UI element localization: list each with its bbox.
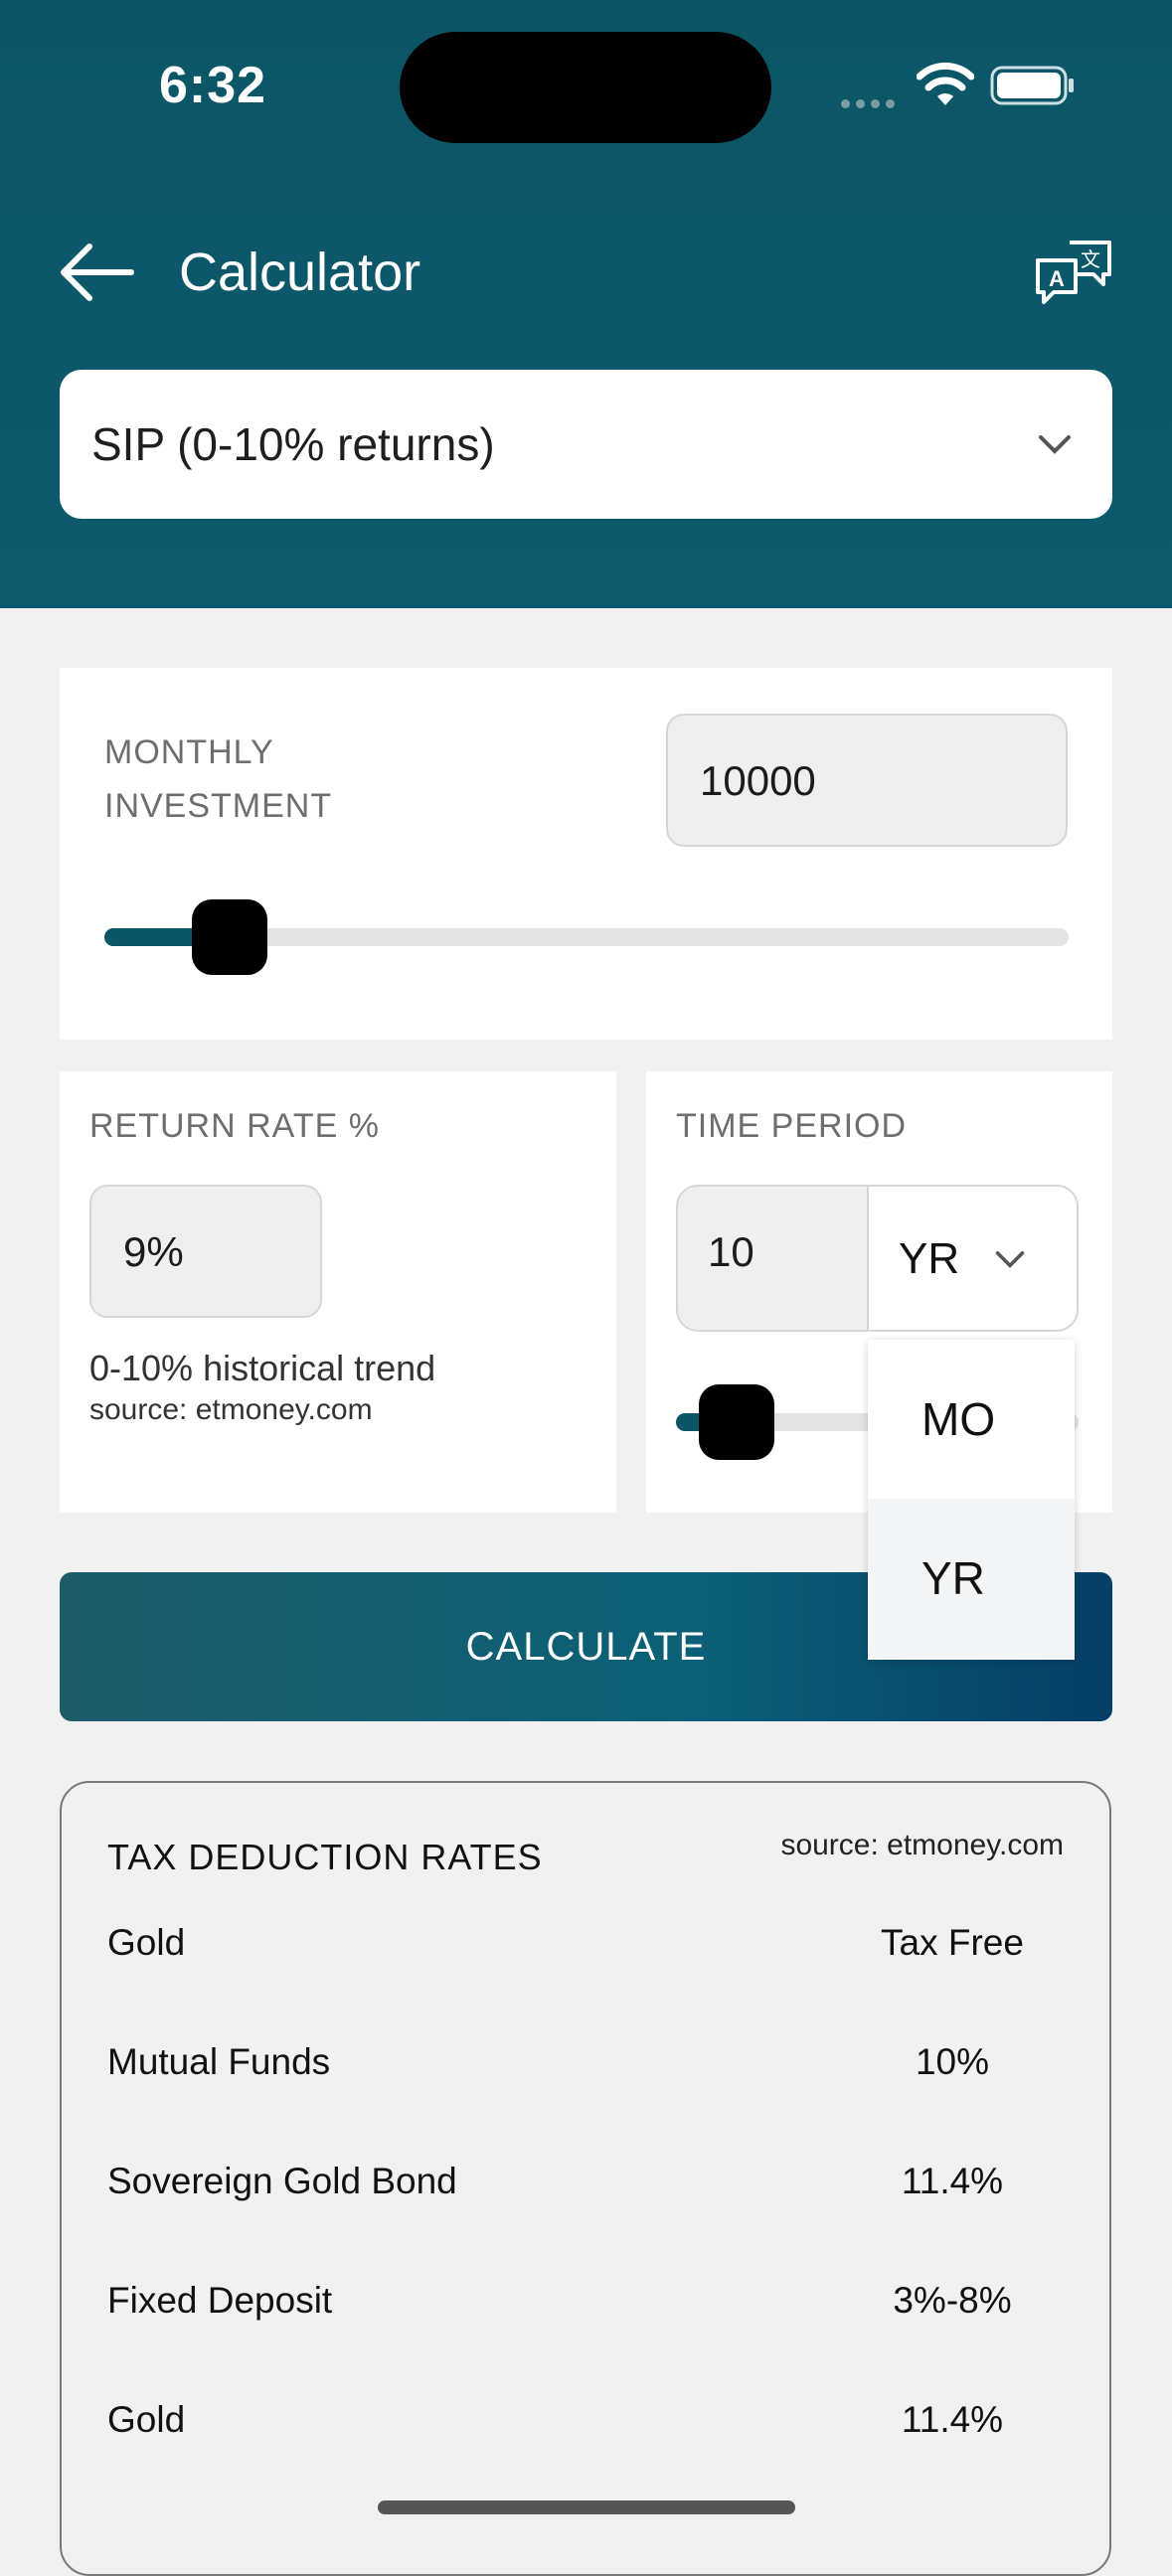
tax-rate-row: Fixed Deposit 3%-8% [107,2280,1066,2339]
svg-text:A: A [1049,266,1065,291]
home-indicator [378,2500,795,2514]
wifi-icon [917,62,974,105]
monthly-investment-card: MONTHLY INVESTMENT 10000 [60,668,1112,1040]
tax-rate-name: Gold [107,1922,186,1963]
dropdown-option-mo[interactable]: MO [868,1340,1075,1499]
page-title: Calculator [179,242,421,302]
time-unit-dropdown-menu: MO YR [868,1340,1075,1660]
monthly-investment-label: MONTHLY INVESTMENT [104,725,332,833]
monthly-investment-input[interactable]: 10000 [666,714,1068,847]
monthly-investment-label-line1: MONTHLY [104,733,274,771]
calculator-type-value: SIP (0-10% returns) [91,418,495,470]
time-period-label: TIME PERIOD [676,1107,908,1145]
time-period-input[interactable]: 10 [678,1187,869,1330]
return-rate-note: 0-10% historical trend [89,1348,436,1388]
return-rate-label: RETURN RATE % [89,1107,380,1145]
slider-thumb[interactable] [192,899,268,975]
tax-rate-value: 11.4% [901,2161,1004,2201]
time-period-unit: YR [899,1234,960,1283]
return-rate-value: 9% [123,1228,184,1275]
back-arrow-icon[interactable] [58,241,137,304]
monthly-investment-label-line2: INVESTMENT [104,787,333,825]
calculator-type-dropdown[interactable]: SIP (0-10% returns) [60,370,1112,519]
return-rate-input[interactable]: 9% [89,1185,322,1318]
tax-rates-source: source: etmoney.com [780,1829,1064,1861]
tax-rate-row: Gold 11.4% [107,2399,1066,2459]
time-period-input-group: 10 YR [676,1185,1079,1332]
time-period-unit-select[interactable]: YR [869,1187,1077,1330]
return-rate-card: RETURN RATE % 9% 0-10% historical trend … [60,1071,616,1513]
battery-icon [990,66,1074,105]
tax-rate-row: Gold Tax Free [107,1922,1066,1982]
tax-rate-name: Mutual Funds [107,2041,331,2082]
monthly-investment-value: 10000 [700,757,816,804]
tax-rate-value: 10% [915,2041,990,2082]
tax-rate-name: Fixed Deposit [107,2280,333,2321]
tax-deduction-rates-box: TAX DEDUCTION RATES source: etmoney.com … [60,1781,1111,2576]
slider-thumb[interactable] [698,1384,774,1460]
tax-rate-row: Mutual Funds 10% [107,2041,1066,2101]
tax-rate-value: 11.4% [901,2399,1004,2440]
chevron-down-icon [995,1251,1025,1268]
translate-icon[interactable]: A 文 [1034,239,1113,306]
cellular-signal-icon [841,95,901,108]
return-rate-source: source: etmoney.com [89,1393,373,1426]
tax-rate-name: Sovereign Gold Bond [107,2161,457,2201]
tax-rates-title: TAX DEDUCTION RATES [107,1837,543,1877]
tax-rate-value: 3%-8% [893,2280,1012,2321]
app-header: 6:32 Calculator A 文 SIP (0-10% returns) [0,0,1172,608]
chevron-down-icon [1039,435,1071,454]
dynamic-island [400,32,771,143]
dropdown-option-yr[interactable]: YR [868,1499,1075,1658]
tax-rate-row: Sovereign Gold Bond 11.4% [107,2161,1066,2220]
svg-text:文: 文 [1081,247,1100,271]
status-time: 6:32 [159,57,267,114]
tax-rate-value: Tax Free [881,1922,1024,1963]
time-period-value: 10 [708,1228,754,1275]
tax-rate-name: Gold [107,2399,186,2440]
